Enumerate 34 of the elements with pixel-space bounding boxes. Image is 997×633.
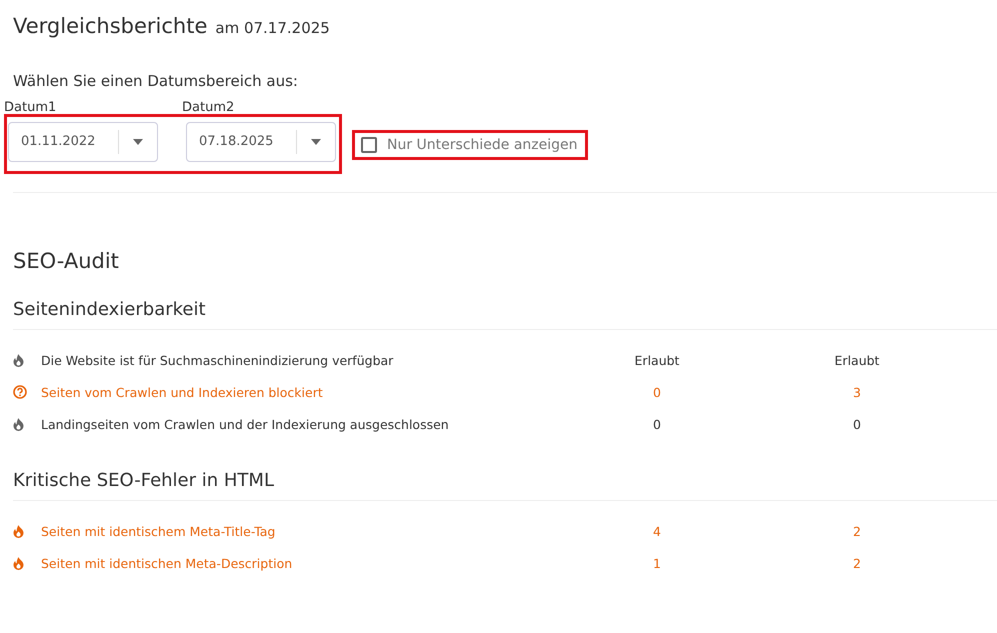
flame-icon [13,524,24,538]
table-cell-text: 4 [652,524,662,538]
table-cell-text: 0 [852,416,862,432]
date-picker[interactable]: 07.18.2025 [186,122,336,162]
check-label: Seiten mit identischem Meta-Title-Tag [41,524,276,538]
section-title: SEO-Audit [13,249,120,273]
table-cell-text: 1 [652,556,662,570]
field-label: Datum1 [4,100,58,117]
range-label: Wählen Sie einen Datumsbereich aus: [13,72,299,90]
report-date: am 07.17.2025 [215,19,330,37]
question-icon [13,385,27,399]
check-label: Seiten vom Crawlen und Indexieren blockiert [41,384,324,400]
table-cell-text: 0 [652,384,662,400]
checkbox-label: Nur Unterschiede anzeigen [387,137,578,153]
page-title: Vergleichsberichte [13,14,208,38]
field-label: Datum2 [182,100,236,117]
flame-icon [13,354,24,366]
checkbox[interactable] [361,137,377,153]
date-picker[interactable]: 01.11.2022 [8,122,158,162]
check-label: Landingseiten vom Crawlen und der Indexierung ausgeschlossen [41,416,450,432]
table-cell-text: 0 [652,416,662,432]
subsection-title: Kritische SEO-Fehler in HTML [13,470,997,501]
flame-icon [13,418,24,430]
subsection-title: Seitenindexierbarkeit [13,299,997,330]
caret-icon [311,139,321,145]
flame-icon [13,556,24,570]
table-cell-text: 3 [852,384,862,400]
check-label: Die Website ist für Suchmaschinenindizierung verfügbar [41,352,394,368]
table-cell-text: Erlaubt [634,352,680,368]
table-cell-text: 2 [852,556,862,570]
table-cell-text: Erlaubt [834,352,880,368]
table-cell-text: 2 [852,524,862,538]
caret-icon [133,139,143,145]
check-label: Seiten mit identischen Meta-Description [41,556,294,570]
